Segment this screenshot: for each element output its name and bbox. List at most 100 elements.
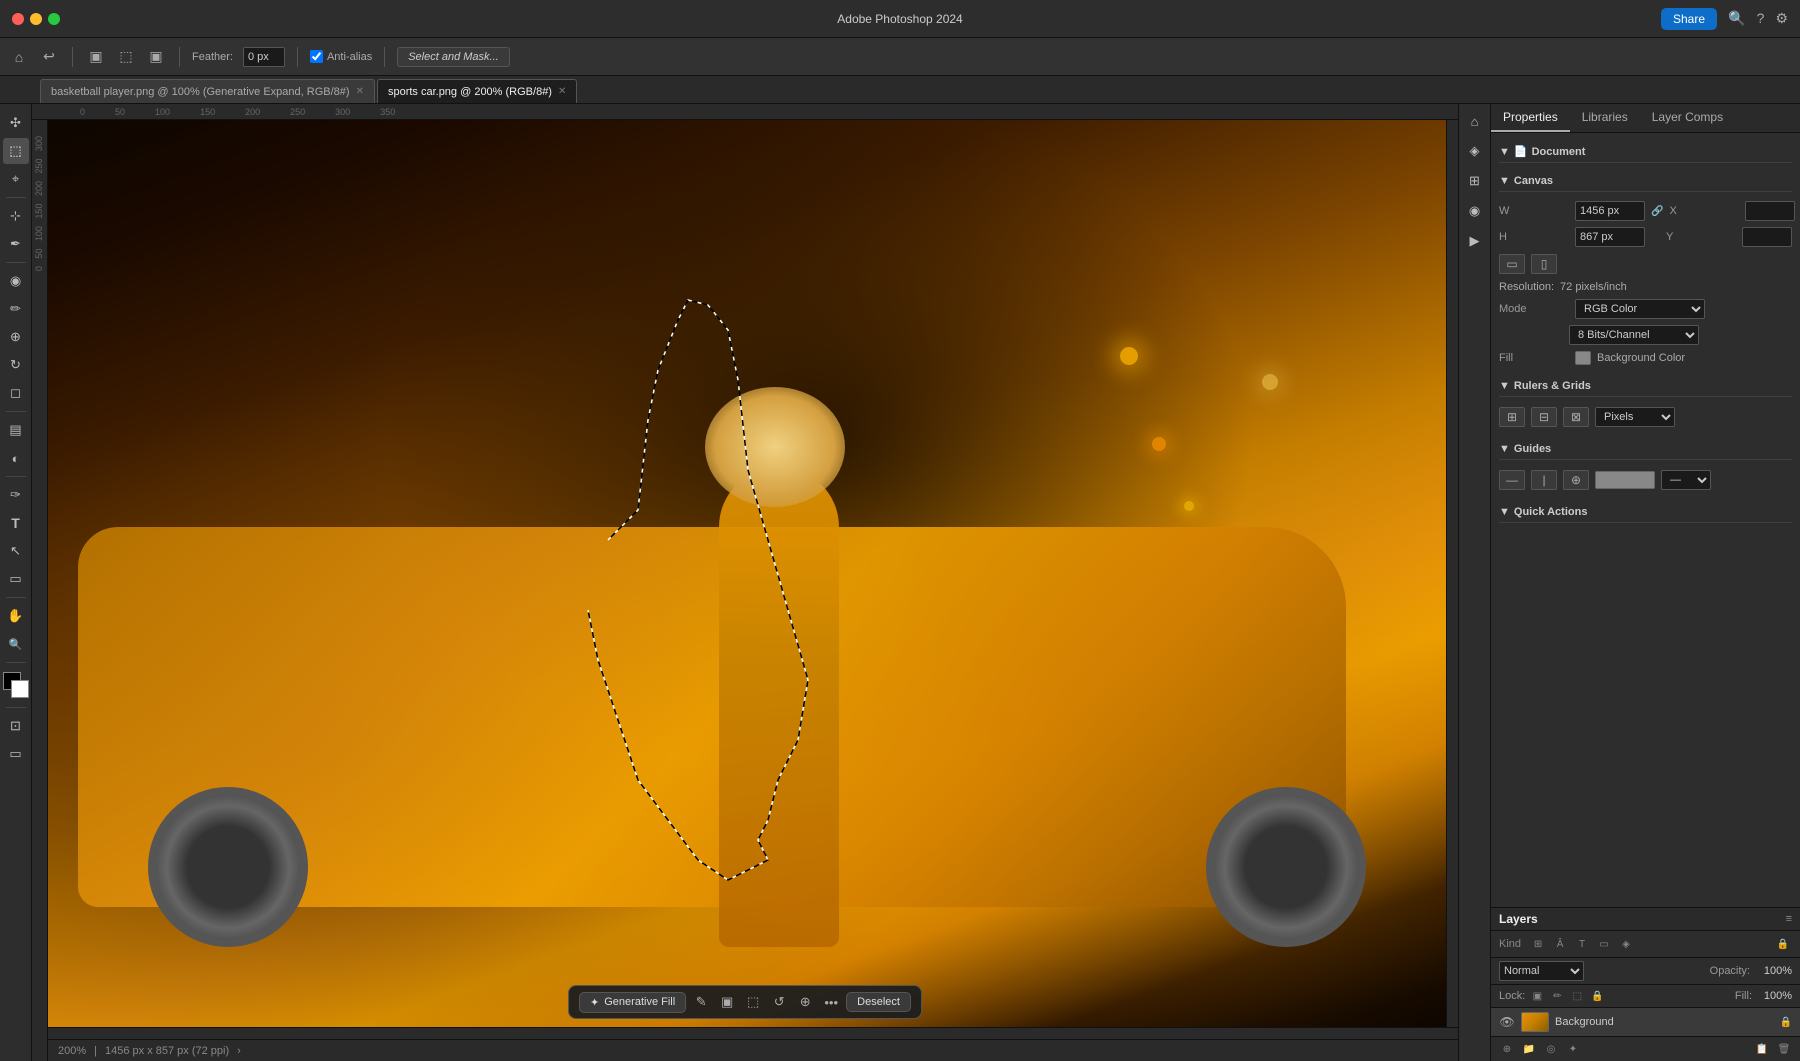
feather-input[interactable] <box>243 47 285 67</box>
filter-icon[interactable]: ⊕ <box>794 991 816 1013</box>
lock-position-icon[interactable]: ✏ <box>1549 988 1565 1004</box>
tab-close-basketball[interactable]: ✕ <box>356 86 364 97</box>
background-layer-item[interactable]: 👁 Background 🔒 <box>1491 1008 1800 1036</box>
toolbar-home-icon[interactable]: ⌂ <box>8 46 30 68</box>
height-input[interactable] <box>1575 227 1645 247</box>
spot-heal-tool[interactable]: ◉ <box>3 268 29 294</box>
close-button[interactable] <box>12 13 24 25</box>
dodge-tool[interactable]: ◐ <box>3 445 29 471</box>
scroll-horizontal[interactable] <box>48 1027 1458 1039</box>
fill-icon[interactable]: ⬚ <box>742 991 764 1013</box>
help-icon[interactable]: ? <box>1757 10 1765 26</box>
selection-tool[interactable]: ⬚ <box>3 138 29 164</box>
maximize-button[interactable] <box>48 13 60 25</box>
zoom-tool[interactable]: 🔍 <box>3 631 29 657</box>
lock-all-icon[interactable]: 🔒 <box>1589 988 1605 1004</box>
type-tool[interactable]: T <box>3 510 29 536</box>
guide-horiz-icon[interactable]: — <box>1499 470 1525 490</box>
edit-icon[interactable]: ✎ <box>690 991 712 1013</box>
eyedropper-tool[interactable]: ✒ <box>3 231 29 257</box>
right-play-icon[interactable]: ▶ <box>1462 228 1488 254</box>
move-tool[interactable]: ✣ <box>3 110 29 136</box>
delete-layer-icon[interactable]: 🗑 <box>1776 1041 1792 1057</box>
shape-tool[interactable]: ▭ <box>3 566 29 592</box>
grid-icon[interactable]: ⊟ <box>1531 407 1557 427</box>
toolbar-undo-icon[interactable]: ↩ <box>38 46 60 68</box>
search-icon[interactable]: 🔍 <box>1728 10 1745 26</box>
document-header[interactable]: ▼ 📄 Document <box>1499 141 1792 163</box>
blend-mode-select[interactable]: Normal Multiply Screen <box>1499 961 1584 981</box>
width-input[interactable] <box>1575 201 1645 221</box>
eraser-tool[interactable]: ◻ <box>3 380 29 406</box>
portrait-icon[interactable]: ▯ <box>1531 254 1557 274</box>
bits-select[interactable]: 8 Bits/Channel 16 Bits/Channel 32 Bits/C… <box>1569 325 1699 345</box>
quick-mask-icon[interactable]: ⊡ <box>3 713 29 739</box>
toolbar-new-selection-icon[interactable]: ▣ <box>85 46 107 68</box>
canvas-header[interactable]: ▼ Canvas <box>1499 171 1792 192</box>
lasso-tool[interactable]: ⌖ <box>3 166 29 192</box>
filter-lock-icon[interactable]: 🔒 <box>1774 935 1792 953</box>
properties-tab[interactable]: Properties <box>1491 104 1570 132</box>
pen-tool[interactable]: ✑ <box>3 482 29 508</box>
units-select[interactable]: Pixels Inches Centimeters <box>1595 407 1675 427</box>
y-input[interactable] <box>1742 227 1792 247</box>
filter-smart-icon[interactable]: ◈ <box>1617 935 1635 953</box>
libraries-tab[interactable]: Libraries <box>1570 104 1640 132</box>
screen-mode-icon[interactable]: ▭ <box>3 741 29 767</box>
filter-adj-icon[interactable]: Â <box>1551 935 1569 953</box>
toolbar-subtract-selection-icon[interactable]: ▣ <box>145 46 167 68</box>
new-style-icon[interactable]: ✦ <box>1565 1041 1581 1057</box>
fill-value[interactable]: 100% <box>1756 990 1792 1002</box>
canvas-area[interactable]: .marching-ants { fill: none; stroke: whi… <box>48 120 1446 1027</box>
history-brush-tool[interactable]: ↻ <box>3 352 29 378</box>
guides-header[interactable]: ▼ Guides <box>1499 439 1792 460</box>
brush-tool[interactable]: ✏ <box>3 296 29 322</box>
guide-vert-icon[interactable]: | <box>1531 470 1557 490</box>
quick-actions-header[interactable]: ▼ Quick Actions <box>1499 502 1792 523</box>
right-user-icon[interactable]: ◉ <box>1462 198 1488 224</box>
gradient-tool[interactable]: ▤ <box>3 417 29 443</box>
x-input[interactable] <box>1745 201 1795 221</box>
lock-artboards-icon[interactable]: ⬚ <box>1569 988 1585 1004</box>
new-group-icon[interactable]: 📁 <box>1521 1041 1537 1057</box>
mode-select[interactable]: RGB Color CMYK Color Grayscale <box>1575 299 1705 319</box>
add-mask-icon[interactable]: ◎ <box>1543 1041 1559 1057</box>
tab-sports-car[interactable]: sports car.png @ 200% (RGB/8#) ✕ <box>377 79 577 103</box>
toolbar-add-selection-icon[interactable]: ⬚ <box>115 46 137 68</box>
opacity-value[interactable]: 100% <box>1756 965 1792 977</box>
tab-close-sports-car[interactable]: ✕ <box>558 86 566 97</box>
share-button[interactable]: Share <box>1661 8 1717 30</box>
generative-fill-button[interactable]: ✦ Generative Fill <box>579 992 686 1013</box>
path-select-tool[interactable]: ↖ <box>3 538 29 564</box>
anti-alias-checkbox[interactable] <box>310 50 323 63</box>
guide-color-swatch[interactable] <box>1595 471 1655 489</box>
layers-menu-icon[interactable]: ≡ <box>1786 913 1792 925</box>
rotate-icon[interactable]: ↺ <box>768 991 790 1013</box>
transform-icon[interactable]: ▣ <box>716 991 738 1013</box>
tab-basketball-player[interactable]: basketball player.png @ 100% (Generative… <box>40 79 375 103</box>
crop-tool[interactable]: ⊹ <box>3 203 29 229</box>
deselect-button[interactable]: Deselect <box>846 992 911 1012</box>
fill-color-swatch[interactable] <box>1575 351 1591 365</box>
filter-type-icon[interactable]: ⊞ <box>1529 935 1547 953</box>
scroll-vertical[interactable] <box>1446 120 1458 1027</box>
guide-style-select[interactable]: — ··· <box>1661 470 1711 490</box>
status-arrow[interactable]: › <box>237 1045 241 1057</box>
more-options-icon[interactable]: ••• <box>820 991 842 1013</box>
settings-icon[interactable]: ⚙ <box>1775 10 1788 26</box>
guide-center-icon[interactable]: ⊕ <box>1563 470 1589 490</box>
filter-shape-icon[interactable]: ▭ <box>1595 935 1613 953</box>
background-color[interactable] <box>11 680 29 698</box>
right-home-icon[interactable]: ⌂ <box>1462 108 1488 134</box>
layer-visibility-toggle[interactable]: 👁 <box>1499 1014 1515 1030</box>
snap-icon[interactable]: ⊠ <box>1563 407 1589 427</box>
clone-tool[interactable]: ⊕ <box>3 324 29 350</box>
new-layer-icon[interactable]: 📋 <box>1754 1041 1770 1057</box>
filter-type2-icon[interactable]: T <box>1573 935 1591 953</box>
minimize-button[interactable] <box>30 13 42 25</box>
right-grid-icon[interactable]: ⊞ <box>1462 168 1488 194</box>
hand-tool[interactable]: ✋ <box>3 603 29 629</box>
ruler-icon[interactable]: ⊞ <box>1499 407 1525 427</box>
lock-pixels-icon[interactable]: ▣ <box>1529 988 1545 1004</box>
select-mask-button[interactable]: Select and Mask... <box>397 47 510 67</box>
